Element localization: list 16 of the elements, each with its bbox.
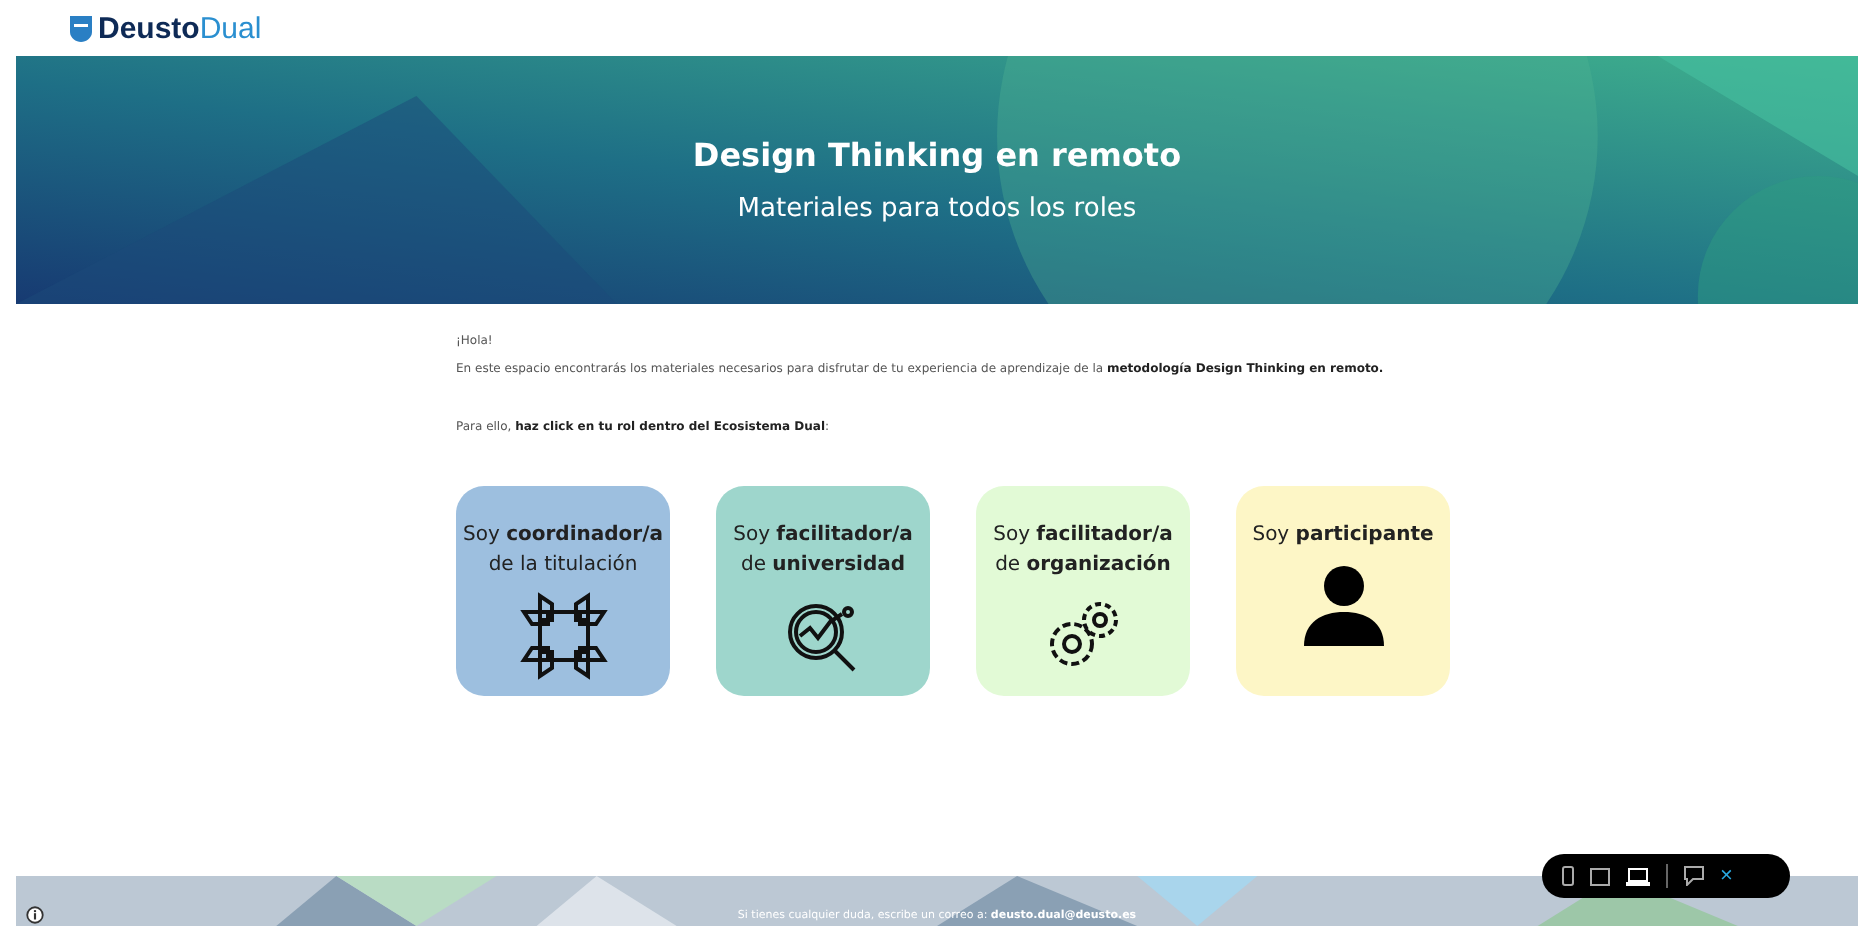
tablet-view-button[interactable] [1590,867,1610,885]
role-card[interactable]: Soy facilitador/a de organización [976,486,1190,696]
logo-text: DeustoDual [98,11,262,45]
joined-hands-icon [519,592,607,680]
shield-logo-icon [70,15,92,41]
close-button[interactable]: × [1720,864,1733,888]
feedback-button[interactable] [1684,866,1704,886]
laptop-view-button[interactable] [1626,867,1650,885]
role-card[interactable]: Soy facilitador/a de universidad [716,486,930,696]
person-icon [1299,562,1387,650]
phone-view-button[interactable] [1562,866,1574,886]
role-card[interactable]: Soy coordinador/a de la titulación [456,486,670,696]
banner-title: Design Thinking en remoto [692,136,1182,174]
role-card[interactable]: Soy participante [1236,486,1450,696]
info-icon[interactable] [26,906,44,924]
banner-subtitle: Materiales para todos los roles [737,194,1137,224]
